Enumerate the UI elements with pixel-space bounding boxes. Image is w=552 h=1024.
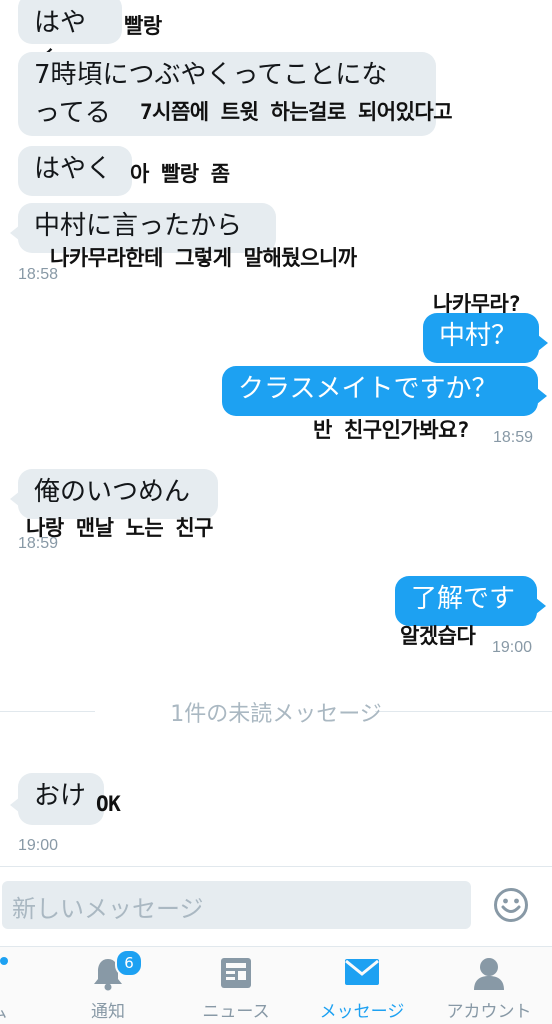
translation-note: 알겠습다 (400, 624, 476, 648)
tab-home-partial[interactable]: ム (0, 947, 55, 1024)
message-text: 俺のいつめん (34, 477, 191, 507)
timestamp: 19:00 (18, 837, 59, 854)
timestamp: 19:00 (492, 639, 533, 656)
composer-bar: 新しいメッセージ (0, 866, 552, 947)
news-icon (221, 958, 251, 988)
tab-label: アカウント (446, 1002, 532, 1022)
message-text: 了解です (411, 584, 516, 614)
message-bubble[interactable]: おけ (10, 773, 104, 825)
unread-divider-label: 1件の未読メッセージ (170, 702, 382, 727)
tab-account[interactable]: アカウント (434, 947, 544, 1024)
person-icon (474, 958, 504, 990)
timestamp: 18:59 (493, 429, 534, 446)
message-text: 中村に言ったから (34, 211, 243, 241)
notification-badge: 6 (115, 949, 143, 977)
message-text: おけ (34, 781, 87, 811)
tab-label: ム (0, 997, 7, 1022)
message-text: クラスメイトですか？ (238, 374, 498, 404)
message-bubble[interactable]: はやく (18, 0, 122, 76)
tab-messages[interactable]: メッセージ (307, 947, 417, 1024)
translation-note: 아 빨랑 좀 (130, 162, 230, 186)
unread-divider: 1件の未読メッセージ (0, 696, 552, 728)
message-bubble[interactable]: はやく (18, 146, 132, 196)
message-text-line: 7時頃につぶやくってことにな (34, 60, 388, 90)
message-text: 中村？ (439, 321, 518, 351)
tab-notifications[interactable]: 通知 (53, 947, 163, 1024)
tab-label: ニュース (202, 1002, 270, 1022)
translation-note: 나카무라한테 그렇게 말해뒀으니까 (50, 246, 357, 270)
translation-note: 7시쯤에 트윗 하는걸로 되어있다고 (140, 100, 453, 124)
translation-note: 빨랑 (124, 14, 162, 38)
tab-label: 通知 (91, 1002, 125, 1022)
tab-news[interactable]: ニュース (181, 947, 291, 1024)
timestamp: 18:58 (18, 266, 59, 283)
emoji-icon[interactable] (493, 887, 529, 923)
tab-bar: ム 通知 ニュース メッセージ アカウント (0, 946, 552, 1024)
new-content-dot (0, 957, 8, 965)
timestamp: 18:59 (18, 535, 59, 552)
message-bubble[interactable]: 中村？ (423, 313, 548, 363)
message-bubble[interactable]: クラスメイトですか？ (222, 366, 547, 416)
message-bubble[interactable]: 了解です (395, 576, 546, 626)
tab-label: メッセージ (319, 1002, 405, 1022)
envelope-icon (345, 959, 379, 985)
new-message-input[interactable]: 新しいメッセージ (2, 881, 471, 929)
translation-note: OK (96, 792, 121, 816)
message-text: はやく (34, 154, 113, 184)
translation-note: 반 친구인가봐요? (313, 418, 470, 442)
new-message-placeholder: 新しいメッセージ (12, 895, 204, 923)
